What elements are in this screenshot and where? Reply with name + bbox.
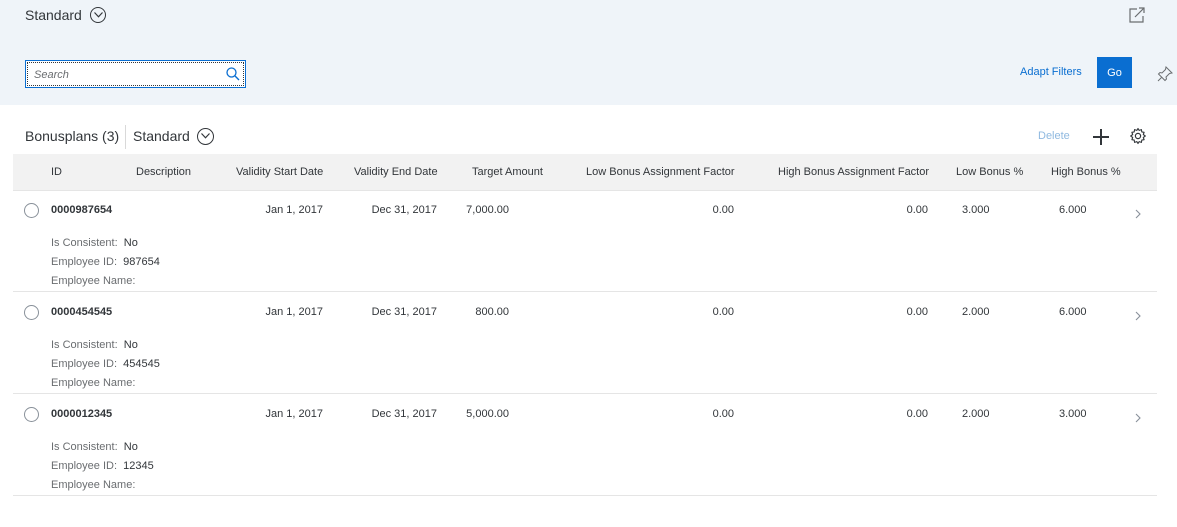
- employee-id-value: 12345: [123, 460, 154, 472]
- consistent-value: No: [123, 441, 138, 453]
- employee-name-label: Employee Name:: [51, 479, 136, 491]
- table-row[interactable]: 0000012345 Jan 1, 2017 Dec 31, 2017 5,00…: [13, 395, 1157, 496]
- search-field[interactable]: [25, 60, 246, 88]
- row-target-amount: 800.00: [475, 306, 509, 318]
- row-id: 0000987654: [51, 204, 113, 216]
- search-input[interactable]: [32, 65, 216, 85]
- employee-id-value: 454545: [123, 358, 160, 370]
- row-target-amount: 7,000.00: [466, 204, 509, 216]
- row-employee-id: Employee ID: 987654: [51, 256, 160, 268]
- delete-button[interactable]: Delete: [1038, 130, 1070, 142]
- row-low-factor: 0.00: [712, 408, 734, 420]
- employee-id-label: Employee ID:: [51, 358, 118, 370]
- employee-id-label: Employee ID:: [51, 256, 118, 268]
- row-low-pct: 2.000: [962, 306, 990, 318]
- row-consistent: Is Consistent: No: [51, 339, 138, 351]
- employee-id-label: Employee ID:: [51, 460, 118, 472]
- row-low-factor: 0.00: [712, 306, 734, 318]
- table-row[interactable]: 0000987654 Jan 1, 2017 Dec 31, 2017 7,00…: [13, 191, 1157, 292]
- consistent-label: Is Consistent:: [51, 339, 118, 351]
- chevron-right-icon[interactable]: [1135, 410, 1141, 428]
- row-select-radio[interactable]: [24, 203, 39, 218]
- gear-icon[interactable]: [1129, 127, 1147, 150]
- row-consistent: Is Consistent: No: [51, 237, 138, 249]
- row-target-amount: 5,000.00: [466, 408, 509, 420]
- adapt-filters-link[interactable]: Adapt Filters: [1020, 66, 1082, 78]
- consistent-value: No: [123, 339, 138, 351]
- consistent-label: Is Consistent:: [51, 441, 118, 453]
- row-consistent: Is Consistent: No: [51, 441, 138, 453]
- chevron-down-icon[interactable]: [197, 128, 214, 145]
- row-employee-name: Employee Name:: [51, 275, 138, 287]
- table-column-header: ID Description Validity Start Date Valid…: [13, 154, 1157, 191]
- row-validity-start: Jan 1, 2017: [265, 306, 324, 318]
- search-icon[interactable]: [226, 67, 240, 86]
- column-header-validity-start[interactable]: Validity Start Date: [236, 166, 323, 178]
- pin-icon[interactable]: [1157, 65, 1174, 87]
- employee-name-label: Employee Name:: [51, 275, 136, 287]
- row-high-factor: 0.00: [906, 306, 928, 318]
- consistent-value: No: [123, 237, 138, 249]
- filter-bar: Standard Adapt Filters Go: [0, 0, 1177, 105]
- row-low-pct: 3.000: [962, 204, 990, 216]
- row-high-pct: 6.000: [1059, 306, 1087, 318]
- row-employee-name: Employee Name:: [51, 479, 138, 491]
- row-validity-end: Dec 31, 2017: [371, 306, 437, 318]
- table-variant-title[interactable]: Standard: [133, 128, 190, 144]
- title-divider: [125, 125, 126, 149]
- column-header-high-factor[interactable]: High Bonus Assignment Factor: [778, 166, 929, 178]
- row-select-radio[interactable]: [24, 305, 39, 320]
- row-select-radio[interactable]: [24, 407, 39, 422]
- chevron-right-icon[interactable]: [1135, 308, 1141, 326]
- row-id: 0000454545: [51, 306, 113, 318]
- table-row[interactable]: 0000454545 Jan 1, 2017 Dec 31, 2017 800.…: [13, 293, 1157, 394]
- column-header-low-pct[interactable]: Low Bonus %: [956, 166, 1023, 178]
- row-high-pct: 6.000: [1059, 204, 1087, 216]
- column-header-target-amount[interactable]: Target Amount: [472, 166, 543, 178]
- row-employee-id: Employee ID: 12345: [51, 460, 154, 472]
- chevron-right-icon[interactable]: [1135, 206, 1141, 224]
- row-high-pct: 3.000: [1059, 408, 1087, 420]
- row-id: 0000012345: [51, 408, 113, 420]
- row-high-factor: 0.00: [906, 408, 928, 420]
- row-low-factor: 0.00: [712, 204, 734, 216]
- employee-id-value: 987654: [123, 256, 160, 268]
- row-validity-start: Jan 1, 2017: [265, 204, 324, 216]
- variant-title[interactable]: Standard: [25, 7, 82, 23]
- row-validity-start: Jan 1, 2017: [265, 408, 324, 420]
- row-employee-name: Employee Name:: [51, 377, 138, 389]
- column-header-id[interactable]: ID: [51, 166, 62, 178]
- share-icon[interactable]: [1128, 6, 1146, 29]
- row-low-pct: 2.000: [962, 408, 990, 420]
- go-button[interactable]: Go: [1097, 57, 1132, 88]
- row-employee-id: Employee ID: 454545: [51, 358, 160, 370]
- consistent-label: Is Consistent:: [51, 237, 118, 249]
- column-header-low-factor[interactable]: Low Bonus Assignment Factor: [586, 166, 735, 178]
- table-title: Bonusplans (3): [25, 128, 120, 144]
- row-validity-end: Dec 31, 2017: [371, 408, 437, 420]
- row-high-factor: 0.00: [906, 204, 928, 216]
- row-validity-end: Dec 31, 2017: [371, 204, 437, 216]
- employee-name-label: Employee Name:: [51, 377, 136, 389]
- column-header-description[interactable]: Description: [136, 166, 191, 178]
- add-icon[interactable]: [1092, 128, 1110, 151]
- chevron-down-icon[interactable]: [90, 7, 106, 23]
- column-header-validity-end[interactable]: Validity End Date: [354, 166, 438, 178]
- column-header-high-pct[interactable]: High Bonus %: [1051, 166, 1121, 178]
